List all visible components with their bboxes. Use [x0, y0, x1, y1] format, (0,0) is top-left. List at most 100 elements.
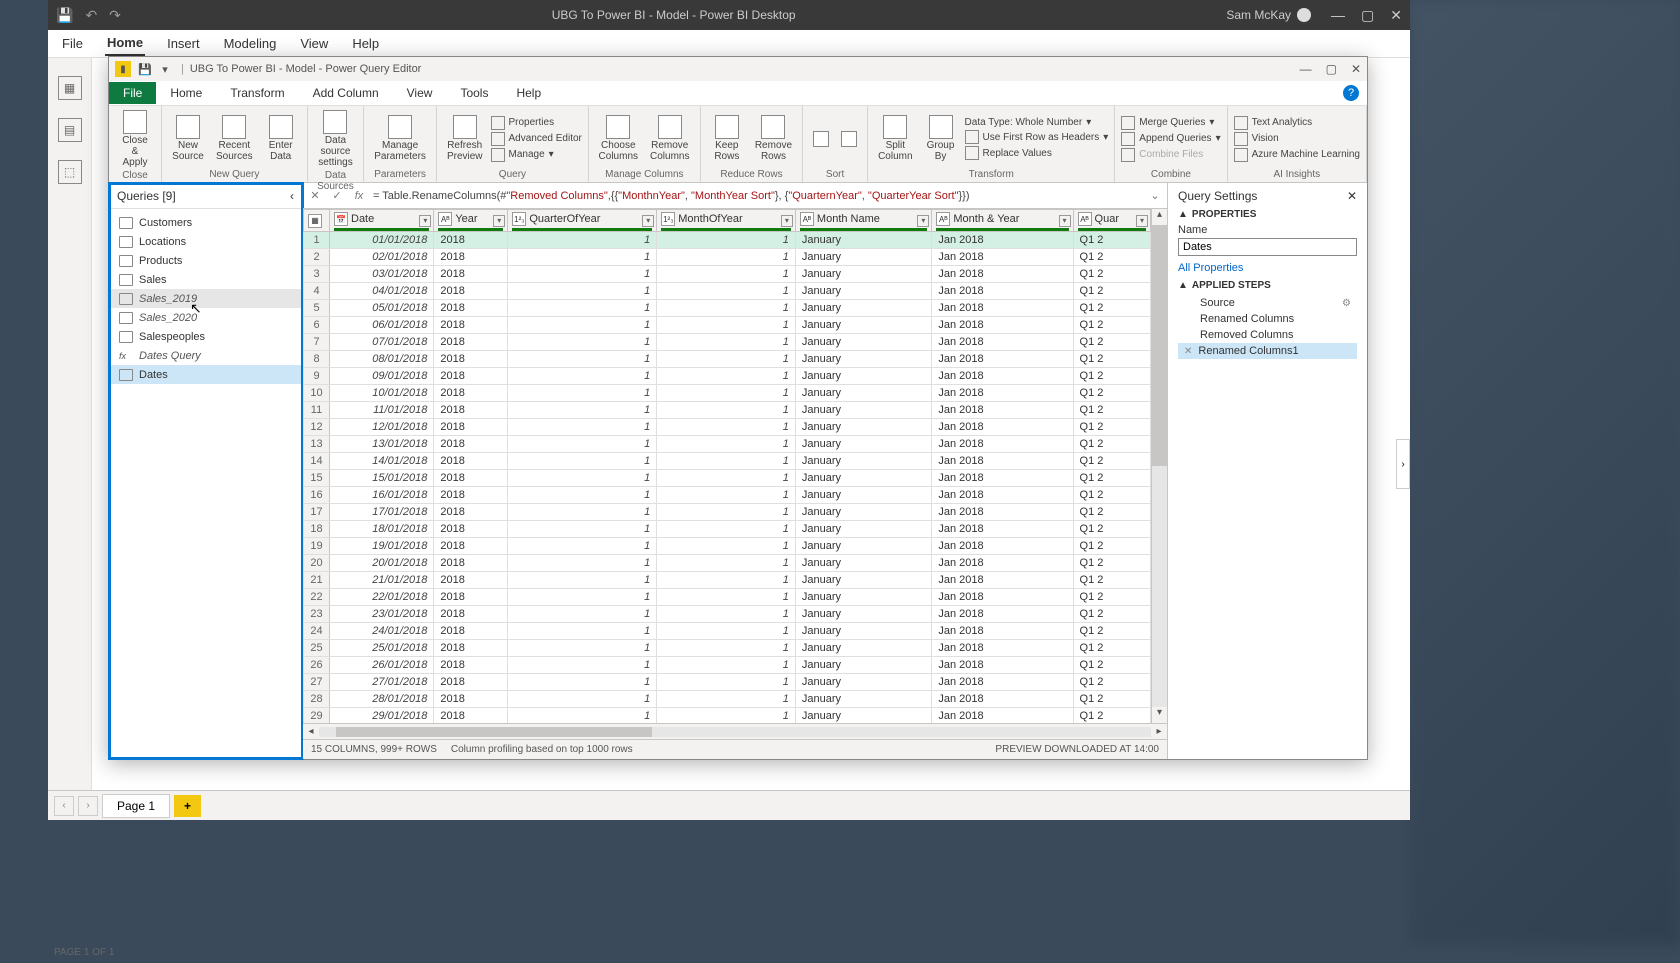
cell[interactable]: Jan 2018: [932, 623, 1073, 640]
cell[interactable]: 2018: [434, 402, 508, 419]
cell[interactable]: Q1 2: [1073, 623, 1150, 640]
table-row[interactable]: 1313/01/2018201811JanuaryJan 2018Q1 2: [304, 436, 1151, 453]
cell[interactable]: 16/01/2018: [330, 487, 434, 504]
filter-dropdown-icon[interactable]: ▾: [1136, 215, 1148, 227]
cell[interactable]: Jan 2018: [932, 266, 1073, 283]
cell[interactable]: 1: [657, 691, 796, 708]
undo-icon[interactable]: ↶: [85, 7, 97, 24]
cell[interactable]: 1: [508, 623, 657, 640]
cell[interactable]: 2018: [434, 487, 508, 504]
cell[interactable]: 1: [657, 623, 796, 640]
close-icon[interactable]: ✕: [1390, 7, 1402, 24]
cell[interactable]: Q1 2: [1073, 283, 1150, 300]
cell[interactable]: Jan 2018: [932, 691, 1073, 708]
cell[interactable]: 1: [657, 538, 796, 555]
add-page-button[interactable]: +: [174, 795, 201, 817]
combine-files-button[interactable]: Combine Files: [1121, 148, 1220, 162]
cell[interactable]: Q1 2: [1073, 249, 1150, 266]
cell[interactable]: 1: [657, 368, 796, 385]
cell[interactable]: 2018: [434, 674, 508, 691]
column-header[interactable]: AᴮQuar▾: [1073, 210, 1150, 232]
cell[interactable]: 2018: [434, 504, 508, 521]
row-number[interactable]: 4: [304, 283, 330, 300]
cancel-formula-icon[interactable]: ✕: [307, 188, 323, 204]
cell[interactable]: 2018: [434, 589, 508, 606]
cell[interactable]: January: [795, 402, 931, 419]
cell[interactable]: 2018: [434, 640, 508, 657]
row-number[interactable]: 18: [304, 521, 330, 538]
triangle-icon[interactable]: ▲: [1178, 280, 1188, 291]
cell[interactable]: 1: [657, 232, 796, 249]
cell[interactable]: Q1 2: [1073, 572, 1150, 589]
cell[interactable]: 21/01/2018: [330, 572, 434, 589]
cell[interactable]: Q1 2: [1073, 589, 1150, 606]
cell[interactable]: 2018: [434, 538, 508, 555]
cell[interactable]: 19/01/2018: [330, 538, 434, 555]
cell[interactable]: 2018: [434, 436, 508, 453]
cell[interactable]: 12/01/2018: [330, 419, 434, 436]
filter-dropdown-icon[interactable]: ▾: [642, 215, 654, 227]
cell[interactable]: Q1 2: [1073, 538, 1150, 555]
cell[interactable]: Jan 2018: [932, 521, 1073, 538]
cell[interactable]: 1: [508, 283, 657, 300]
table-row[interactable]: 707/01/2018201811JanuaryJan 2018Q1 2: [304, 334, 1151, 351]
cell[interactable]: Jan 2018: [932, 283, 1073, 300]
cell[interactable]: January: [795, 334, 931, 351]
data-view-icon[interactable]: ▤: [58, 118, 82, 142]
help-icon[interactable]: ?: [1343, 85, 1359, 101]
cell[interactable]: 2018: [434, 572, 508, 589]
manage-button[interactable]: Manage ▾: [491, 148, 582, 162]
pq-maximize-icon[interactable]: ▢: [1326, 62, 1337, 76]
new-source-button[interactable]: New Source: [168, 113, 208, 164]
cell[interactable]: 27/01/2018: [330, 674, 434, 691]
cell[interactable]: Jan 2018: [932, 351, 1073, 368]
cell[interactable]: 1: [657, 385, 796, 402]
table-row[interactable]: 1111/01/2018201811JanuaryJan 2018Q1 2: [304, 402, 1151, 419]
cell[interactable]: January: [795, 538, 931, 555]
cell[interactable]: 1: [508, 487, 657, 504]
cell[interactable]: Jan 2018: [932, 453, 1073, 470]
table-row[interactable]: 2424/01/2018201811JanuaryJan 2018Q1 2: [304, 623, 1151, 640]
cell[interactable]: Q1 2: [1073, 351, 1150, 368]
cell[interactable]: January: [795, 419, 931, 436]
cell[interactable]: January: [795, 657, 931, 674]
cell[interactable]: 2018: [434, 708, 508, 724]
merge-queries-button[interactable]: Merge Queries ▾: [1121, 116, 1220, 130]
row-number[interactable]: 6: [304, 317, 330, 334]
table-row[interactable]: 404/01/2018201811JanuaryJan 2018Q1 2: [304, 283, 1151, 300]
cell[interactable]: 1: [657, 521, 796, 538]
cell[interactable]: 1: [508, 419, 657, 436]
cell[interactable]: January: [795, 589, 931, 606]
cell[interactable]: January: [795, 674, 931, 691]
first-row-headers-button[interactable]: Use First Row as Headers ▾: [965, 130, 1109, 144]
cell[interactable]: 1: [508, 538, 657, 555]
cell[interactable]: 2018: [434, 555, 508, 572]
cell[interactable]: Jan 2018: [932, 300, 1073, 317]
cell[interactable]: 10/01/2018: [330, 385, 434, 402]
cell[interactable]: January: [795, 572, 931, 589]
data-source-settings-button[interactable]: Data source settings: [314, 108, 358, 170]
page-tab-1[interactable]: Page 1: [102, 794, 170, 818]
cell[interactable]: 1: [657, 249, 796, 266]
cell[interactable]: January: [795, 249, 931, 266]
table-row[interactable]: 505/01/2018201811JanuaryJan 2018Q1 2: [304, 300, 1151, 317]
cell[interactable]: 1: [657, 453, 796, 470]
type-icon[interactable]: 📅: [334, 212, 348, 226]
cell[interactable]: Q1 2: [1073, 640, 1150, 657]
cell[interactable]: January: [795, 487, 931, 504]
table-row[interactable]: 2020/01/2018201811JanuaryJan 2018Q1 2: [304, 555, 1151, 572]
cell[interactable]: January: [795, 300, 931, 317]
row-number[interactable]: 22: [304, 589, 330, 606]
cell[interactable]: 2018: [434, 657, 508, 674]
split-column-button[interactable]: Split Column: [874, 113, 916, 164]
row-number[interactable]: 23: [304, 606, 330, 623]
choose-columns-button[interactable]: Choose Columns: [595, 113, 642, 164]
query-item[interactable]: Locations: [109, 232, 302, 251]
cell[interactable]: Jan 2018: [932, 470, 1073, 487]
cell[interactable]: 1: [508, 300, 657, 317]
cell[interactable]: 1: [657, 487, 796, 504]
cell[interactable]: January: [795, 470, 931, 487]
cell[interactable]: 1: [657, 317, 796, 334]
cell[interactable]: Jan 2018: [932, 538, 1073, 555]
cell[interactable]: Q1 2: [1073, 657, 1150, 674]
